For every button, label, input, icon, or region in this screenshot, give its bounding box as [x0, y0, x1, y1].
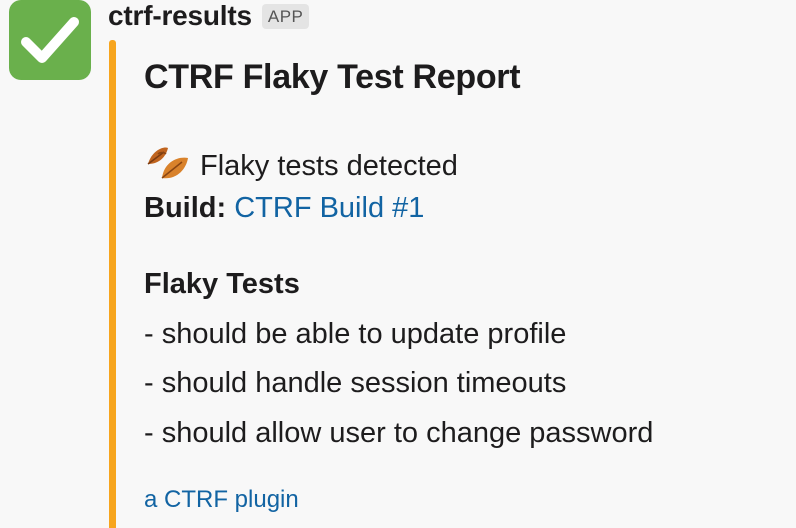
fallen-leaf-icon [144, 142, 192, 190]
list-item: - should handle session timeouts [144, 367, 567, 399]
app-badge: APP [261, 3, 310, 29]
status-text: Flaky tests detected [200, 149, 458, 182]
plugin-link[interactable]: a CTRF plugin [144, 486, 299, 514]
attachment-color-bar [109, 40, 116, 528]
status-line: Flaky tests detected [144, 142, 458, 190]
build-label: Build: [144, 192, 227, 224]
report-title: CTRF Flaky Test Report [144, 58, 521, 96]
list-item: - should allow user to change password [144, 417, 654, 449]
check-mark-icon [21, 17, 79, 63]
build-link[interactable]: CTRF Build #1 [234, 192, 424, 224]
list-item: - should be able to update profile [144, 318, 567, 350]
build-line: Build: CTRF Build #1 [144, 192, 424, 225]
avatar[interactable] [9, 0, 91, 80]
sender-name[interactable]: ctrf-results [108, 0, 252, 32]
message-header: ctrf-results APP [108, 0, 310, 34]
flaky-tests-heading: Flaky Tests [144, 268, 300, 300]
